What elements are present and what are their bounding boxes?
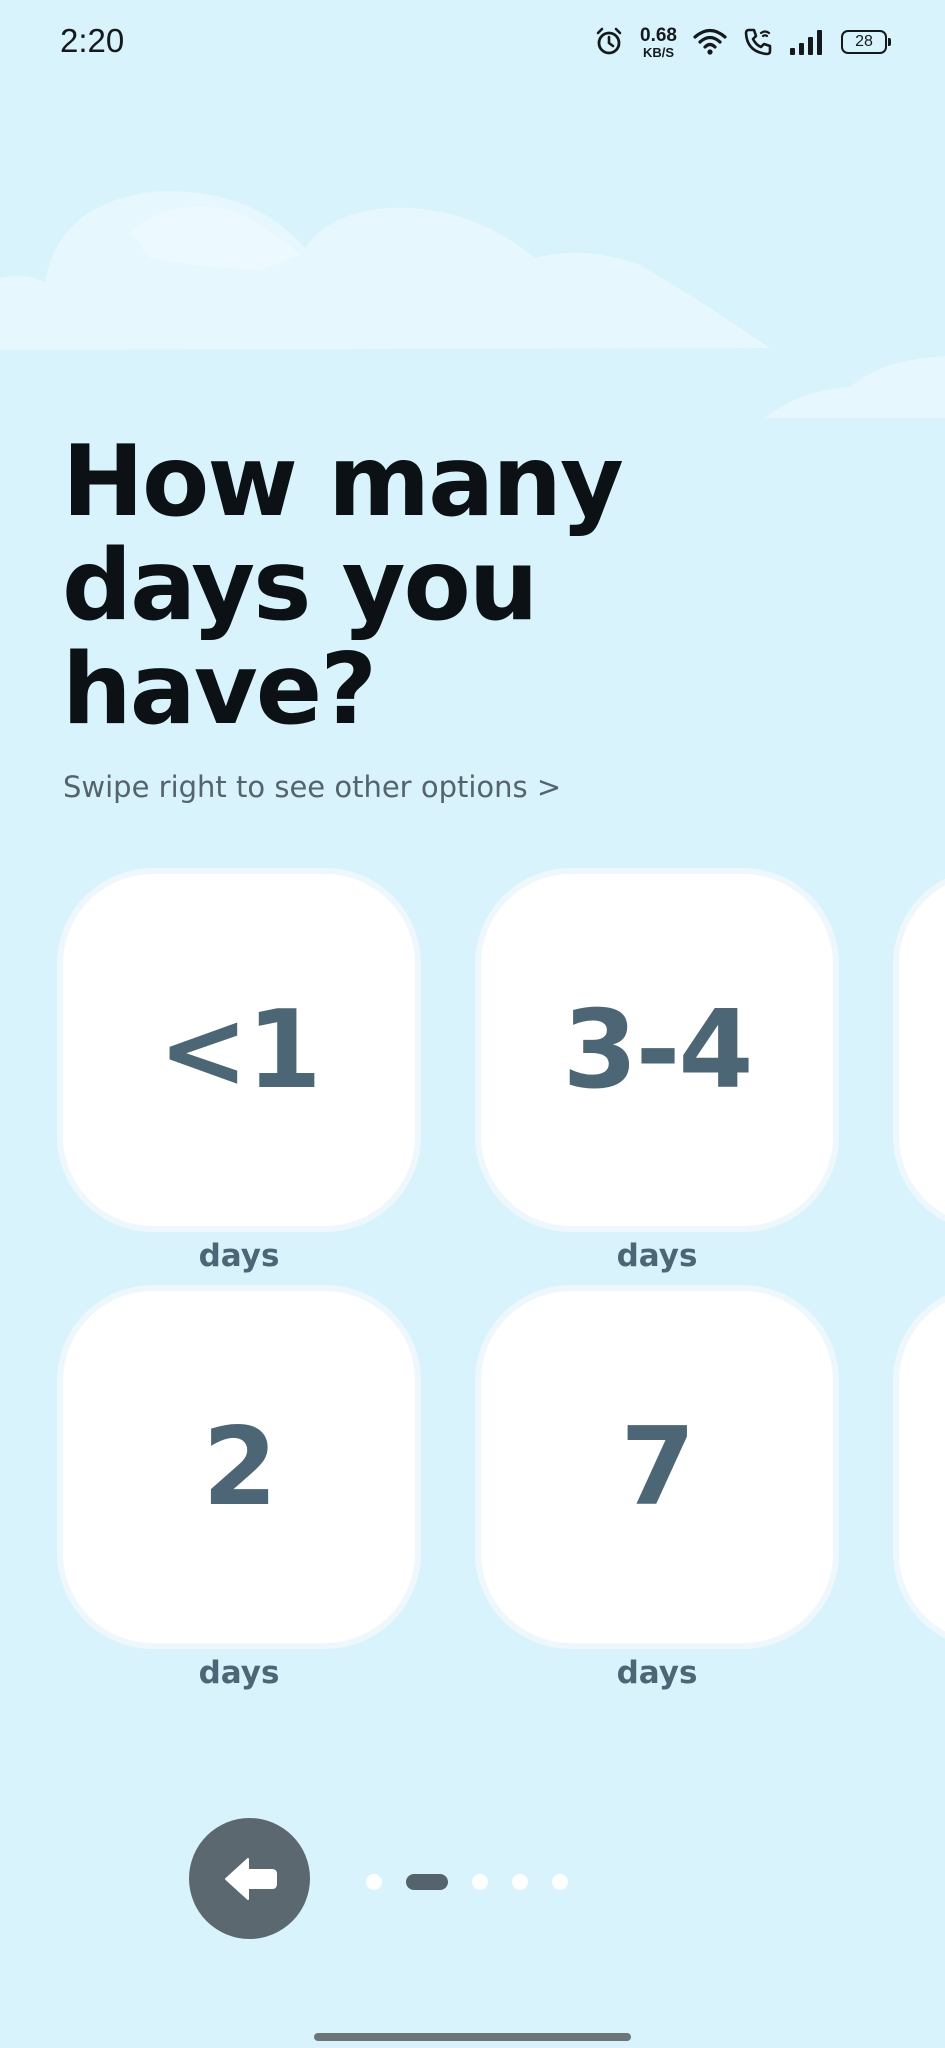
title-line: days you	[62, 529, 539, 643]
option-value: 3-4	[562, 987, 753, 1113]
option-unit: days	[198, 1238, 280, 1274]
net-speed: 0.68 KB/S	[640, 26, 677, 59]
status-icons: 0.68 KB/S 28	[594, 22, 891, 62]
back-button[interactable]	[189, 1818, 310, 1939]
status-bar: 2:20 0.68 KB/S 28	[0, 0, 945, 86]
swipe-hint: Swipe right to see other options >	[63, 770, 562, 804]
option-unit: days	[616, 1238, 698, 1274]
wifi-call-icon	[744, 28, 772, 56]
arrow-left-icon	[224, 1857, 277, 1900]
page-indicator	[366, 1873, 568, 1891]
page-dot	[472, 1874, 488, 1890]
signal-icon	[790, 30, 822, 55]
option-card[interactable]: <1	[57, 868, 421, 1232]
option-value: 2	[202, 1404, 277, 1530]
option-unit: days	[616, 1655, 698, 1691]
option-card[interactable]: 3-4	[475, 868, 839, 1232]
option-next-partial: 1	[893, 868, 945, 1232]
option-unit: days	[198, 1655, 280, 1691]
wifi-icon	[693, 28, 727, 55]
page-dot	[552, 1874, 568, 1890]
battery-icon: 28	[841, 30, 891, 54]
option-next-partial	[893, 1285, 945, 1649]
option-card[interactable]	[893, 1285, 945, 1649]
net-speed-value: 0.68	[640, 24, 677, 46]
clouds-illustration	[0, 191, 945, 418]
page-dot	[512, 1874, 528, 1890]
page-dot	[366, 1874, 382, 1890]
option-7-days: 7 days	[475, 1285, 839, 1691]
option-card[interactable]: 7	[475, 1285, 839, 1649]
option-card[interactable]: 1	[893, 868, 945, 1232]
title-line: How many	[62, 425, 624, 539]
title-line: have?	[62, 633, 377, 747]
option-less-than-1-days: <1 days	[57, 868, 421, 1274]
net-speed-unit: KB/S	[642, 44, 675, 60]
days-options-carousel[interactable]: <1 days 3-4 days 2 days 7 days 1	[0, 868, 945, 1718]
status-time: 2:20	[60, 22, 125, 59]
page-dot-active	[406, 1874, 448, 1890]
home-indicator[interactable]	[314, 2033, 631, 2041]
option-2-days: 2 days	[57, 1285, 421, 1691]
option-value: <1	[158, 987, 322, 1113]
option-value: 7	[620, 1404, 695, 1530]
alarm-icon	[596, 27, 622, 55]
page-title: How many days you have?	[62, 430, 862, 742]
option-3-4-days: 3-4 days	[475, 868, 839, 1274]
option-card[interactable]: 2	[57, 1285, 421, 1649]
